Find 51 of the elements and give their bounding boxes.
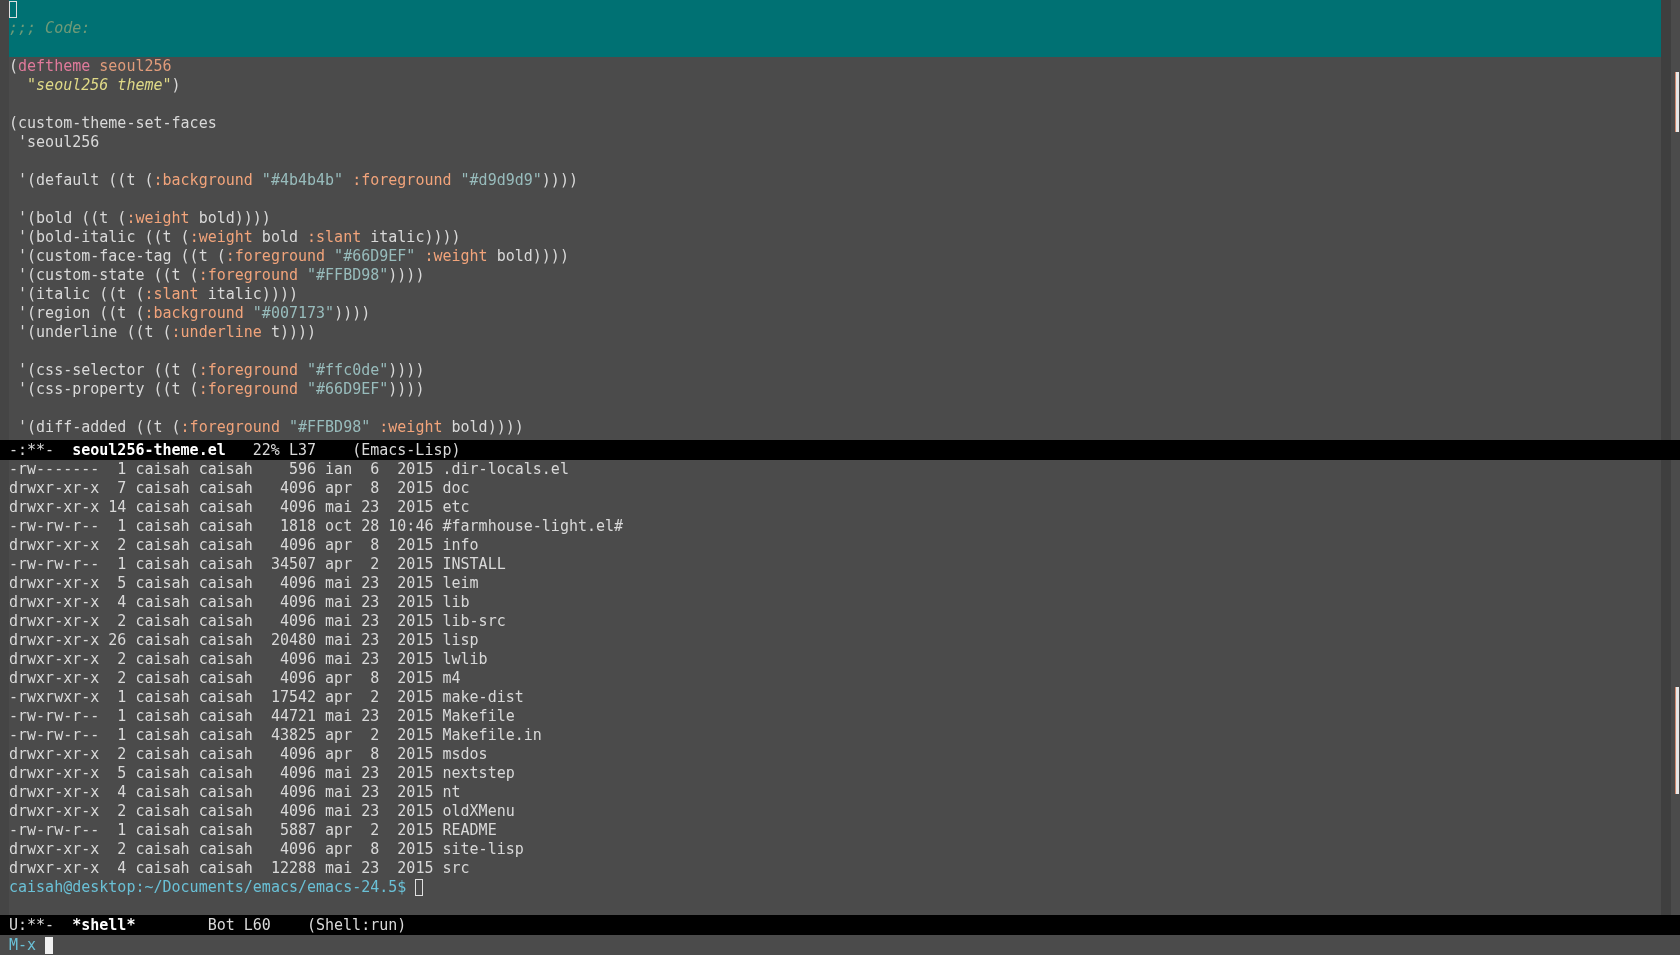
listing-line: drwxr-xr-x 2 caisah caisah 4096 mai 23 2015 oldXMenu [9, 802, 515, 820]
code-line: '(css-selector ((t (:foreground "#ffc0de")))) [17, 361, 425, 379]
cursor [45, 936, 54, 954]
buffer-position: Bot L60 [207, 915, 271, 935]
listing-line: -rw------- 1 caisah caisah 596 ian 6 2015 .dir-locals.el [9, 460, 569, 478]
code-line: '(region ((t (:background "#007173")))) [17, 304, 371, 322]
code-line: (custom-theme-set-faces [9, 114, 217, 132]
listing-line: drwxr-xr-x 7 caisah caisah 4096 apr 8 2015 doc [9, 479, 470, 497]
code-line: "seoul256 theme") [26, 76, 181, 94]
listing-line: drwxr-xr-x 14 caisah caisah 4096 mai 23 2015 etc [9, 498, 470, 516]
buffer-name: *shell* [72, 915, 137, 935]
code-line: ;;; Code: [9, 19, 91, 37]
code-line: '(bold ((t (:weight bold)))) [17, 209, 271, 227]
major-mode: (Shell:run) [306, 915, 407, 935]
listing-line: drwxr-xr-x 4 caisah caisah 4096 mai 23 2015 lib [9, 593, 470, 611]
minibuffer-prompt: M-x [9, 936, 37, 954]
shell-prompt: caisah@desktop:~/Documents/emacs/emacs-24.5$ [9, 878, 407, 896]
listing-line: -rw-rw-r-- 1 caisah caisah 34507 apr 2 2015 INSTALL [9, 555, 506, 573]
buffer-position: 22% L37 [252, 440, 317, 460]
listing-line: drwxr-xr-x 5 caisah caisah 4096 mai 23 2015 leim [9, 574, 479, 592]
listing-line: drwxr-xr-x 2 caisah caisah 4096 apr 8 2015 site-lisp [9, 840, 524, 858]
listing-line: -rw-rw-r-- 1 caisah caisah 1818 oct 28 10:46 #farmhouse-light.el# [9, 517, 624, 535]
listing-line: -rw-rw-r-- 1 caisah caisah 43825 apr 2 2015 Makefile.in [9, 726, 542, 744]
code-line: '(css-property ((t (:foreground "#66D9EF")))) [17, 380, 425, 398]
code-line: '(custom-state ((t (:foreground "#FFBD98")))) [17, 266, 425, 284]
listing-line: drwxr-xr-x 2 caisah caisah 4096 mai 23 2015 lib-src [9, 612, 506, 630]
major-mode: (Emacs-Lisp) [352, 440, 461, 460]
code-line: (deftheme seoul256 [9, 57, 172, 75]
listing-line: -rw-rw-r-- 1 caisah caisah 44721 mai 23 2015 Makefile [9, 707, 515, 725]
code-line: '(custom-face-tag ((t (:foreground "#66D9EF" :weight bold)))) [17, 247, 569, 265]
code-line: '(underline ((t (:underline t)))) [17, 323, 317, 341]
listing-line: drwxr-xr-x 2 caisah caisah 4096 apr 8 2015 msdos [9, 745, 488, 763]
listing-line: drwxr-xr-x 4 caisah caisah 12288 mai 23 2015 src [9, 859, 470, 877]
buffer-status: U:**- [9, 915, 55, 935]
listing-line: drwxr-xr-x 5 caisah caisah 4096 mai 23 2015 nextstep [9, 764, 515, 782]
code-line: 'seoul256 [17, 133, 100, 151]
cursor [415, 879, 424, 896]
listing-line: -rwxrwxr-x 1 caisah caisah 17542 apr 2 2015 make-dist [9, 688, 524, 706]
cursor [9, 1, 17, 18]
code-line: '(default ((t (:background "#4b4b4b" :foreground "#d9d9d9")))) [17, 171, 578, 189]
listing-line: drwxr-xr-x 2 caisah caisah 4096 mai 23 2015 lwlib [9, 650, 488, 668]
listing-line: drwxr-xr-x 2 caisah caisah 4096 apr 8 2015 m4 [9, 669, 461, 687]
listing-line: drwxr-xr-x 4 caisah caisah 4096 mai 23 2015 nt [9, 783, 461, 801]
listing-line: -rw-rw-r-- 1 caisah caisah 5887 apr 2 2015 README [9, 821, 497, 839]
listing-line: drwxr-xr-x 2 caisah caisah 4096 apr 8 2015 info [9, 536, 479, 554]
code-line: '(diff-added ((t (:foreground "#FFBD98" :weight bold)))) [17, 418, 524, 436]
buffer-name: seoul256-theme.el [72, 440, 226, 460]
code-line: '(bold-italic ((t (:weight bold :slant italic)))) [17, 228, 461, 246]
listing-line: drwxr-xr-x 26 caisah caisah 20480 mai 23 2015 lisp [9, 631, 479, 649]
buffer-status: -:**- [9, 440, 55, 460]
code-line: '(italic ((t (:slant italic)))) [17, 285, 298, 303]
